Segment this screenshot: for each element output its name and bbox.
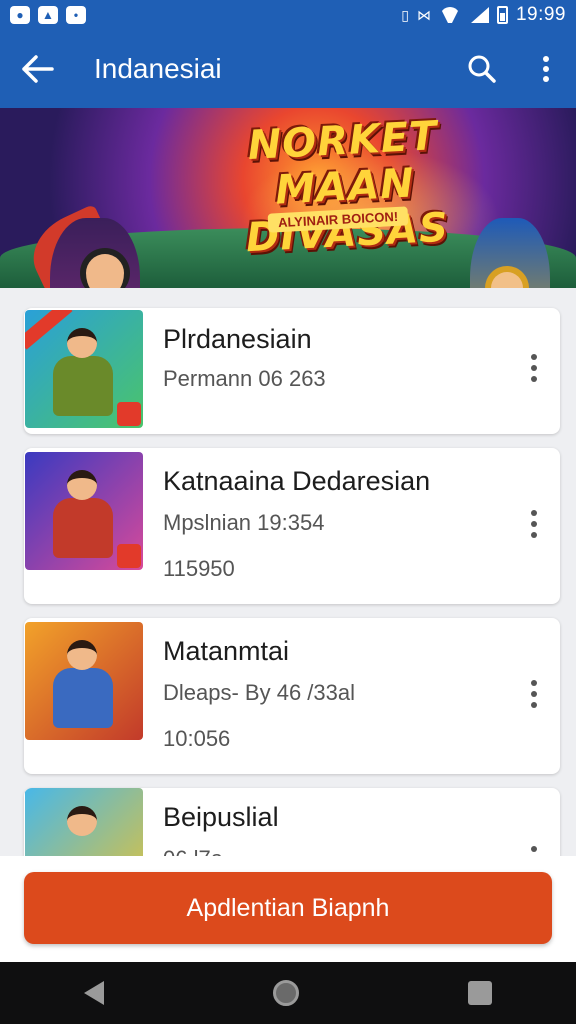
notification-icon: ● [10,6,30,24]
item-title: Beipuslial [163,802,279,832]
item-subtitle: Mpslnian 19:354 [163,510,325,535]
primary-action-button[interactable]: Apdlentian Biapnh [24,872,552,944]
thumbnail-character [53,356,113,416]
search-icon [468,55,496,83]
thumbnail-face [67,328,97,358]
thumbnail-face [67,470,97,500]
more-options-button[interactable] [526,49,566,89]
thumbnail-badge [117,402,141,426]
signal-icon [469,7,489,23]
vibrate-icon: ▯ [401,6,409,23]
bluetooth-icon: ⋈ [416,6,431,23]
more-vert-icon [543,56,549,82]
banner-title: NORKET MAAN DIVASAS [207,111,484,263]
item-thumbnail [25,310,143,428]
status-time: 19:99 [515,4,566,25]
battery-icon [496,6,508,24]
list-item[interactable]: Katnaaina Dedaresian Mpslnian 19:354 115… [24,448,560,604]
status-right-icons: ▯ ⋈ 19:99 [401,4,566,26]
thumbnail-character [53,498,113,558]
wifi-icon [439,7,461,23]
item-menu-button[interactable] [520,348,548,388]
item-thumbnail [25,622,143,740]
nav-recents-icon[interactable] [467,981,492,1005]
back-button[interactable] [18,49,58,89]
bottom-action-area: Apdlentian Biapnh [0,856,576,962]
item-subtitle: Permann 06 263 [163,366,326,391]
status-left-icons: ● ▲ • [10,6,86,24]
thumbnail-character [53,668,113,728]
thumbnail-face [67,640,97,670]
item-detail: 10:056 [163,726,231,751]
arrow-left-icon [22,55,54,83]
item-menu-button[interactable] [520,504,548,544]
item-title: Plrdanesiain [163,324,312,354]
thumbnail-ribbon [25,310,73,350]
item-detail: 115950 [163,556,235,581]
item-thumbnail [25,452,143,570]
list-item[interactable]: Plrdanesiain Permann 06 263 [24,308,560,434]
thumbnail-face [67,806,97,836]
item-subtitle: Dleaps- By 46 /33al [163,680,355,705]
system-nav-bar [0,962,576,1024]
item-menu-button[interactable] [520,674,548,714]
page-title: Indanesiai [94,53,222,84]
thumbnail-badge [117,544,141,568]
image-icon: ▲ [38,6,58,24]
status-bar: ● ▲ • ▯ ⋈ 19:99 [0,0,576,30]
nav-home-icon[interactable] [272,980,299,1006]
chat-icon: • [66,6,86,24]
nav-back-icon[interactable] [84,981,105,1005]
item-title: Matanmtai [163,636,290,666]
list-item[interactable]: Matanmtai Dleaps- By 46 /33al 10:056 [24,618,560,774]
search-button[interactable] [462,49,502,89]
item-title: Katnaaina Dedaresian [163,466,431,496]
banner-title-line1: NORKET MAAN [246,113,439,214]
app-bar: Indanesiai [0,30,576,108]
promo-banner[interactable]: NORKET MAAN DIVASAS ALYINAIR BOICON! [0,108,576,288]
